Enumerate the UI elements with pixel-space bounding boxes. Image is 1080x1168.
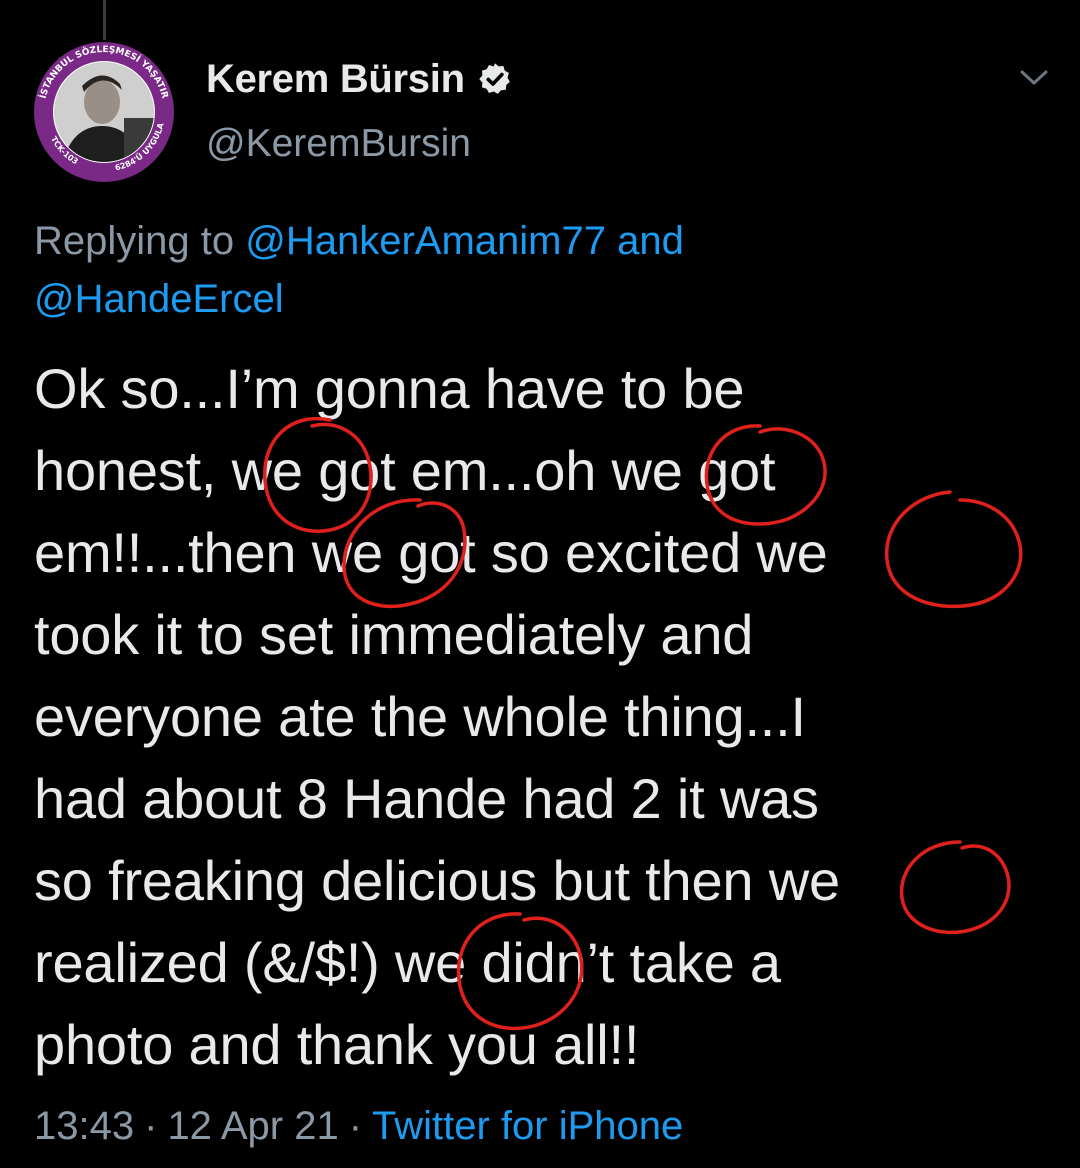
tweet-line: took it to set immediately and <box>34 603 754 666</box>
mention-link-handeercel[interactable]: @HandeErcel <box>34 277 284 321</box>
author-handle[interactable]: @KeremBursin <box>206 122 471 166</box>
meta-separator: · <box>144 1104 158 1148</box>
tweet-date[interactable]: 12 Apr 21 <box>167 1104 338 1148</box>
mention-link-hankeramanim77[interactable]: @HankerAmanim77 <box>245 219 606 263</box>
tweet-text: Ok so...I’m gonna have to be honest, we … <box>34 348 1044 1086</box>
tweet-line: realized (&/$!) we didn’t take a <box>34 931 781 994</box>
tweet-time[interactable]: 13:43 <box>34 1104 134 1148</box>
tweet-line: em!!...then we got so excited we <box>34 521 828 584</box>
author-name-row: Kerem Bürsin <box>206 54 513 104</box>
tweet-line: so freaking delicious but then we <box>34 849 840 912</box>
tweet-line: Ok so...I’m gonna have to be <box>34 357 745 420</box>
tweet-meta: 13:43 · 12 Apr 21 · Twitter for iPhone <box>34 1104 683 1149</box>
thread-connector-line <box>103 0 106 40</box>
verified-badge-icon <box>478 63 510 94</box>
tweet-line: everyone ate the whole thing...I <box>34 685 806 748</box>
tweet-menu-button[interactable] <box>1012 60 1056 96</box>
tweet-line: photo and thank you all!! <box>34 1013 640 1076</box>
replying-to-conjunction: and <box>617 219 684 263</box>
avatar[interactable]: İSTANBUL SÖZLEŞMESİ YAŞATIR TCK-103 6284… <box>32 40 176 184</box>
author-name[interactable]: Kerem Bürsin <box>206 57 465 102</box>
replying-to-label: Replying to <box>34 219 235 263</box>
tweet-line: honest, we got em...oh we got <box>34 439 776 502</box>
meta-separator: · <box>348 1104 363 1148</box>
tweet-line: had about 8 Hande had 2 it was <box>34 767 819 830</box>
chevron-down-icon <box>1020 70 1048 85</box>
tweet-source-link[interactable]: Twitter for iPhone <box>372 1104 683 1148</box>
replying-to: Replying to @HankerAmanim77 and @HandeEr… <box>34 212 1034 328</box>
